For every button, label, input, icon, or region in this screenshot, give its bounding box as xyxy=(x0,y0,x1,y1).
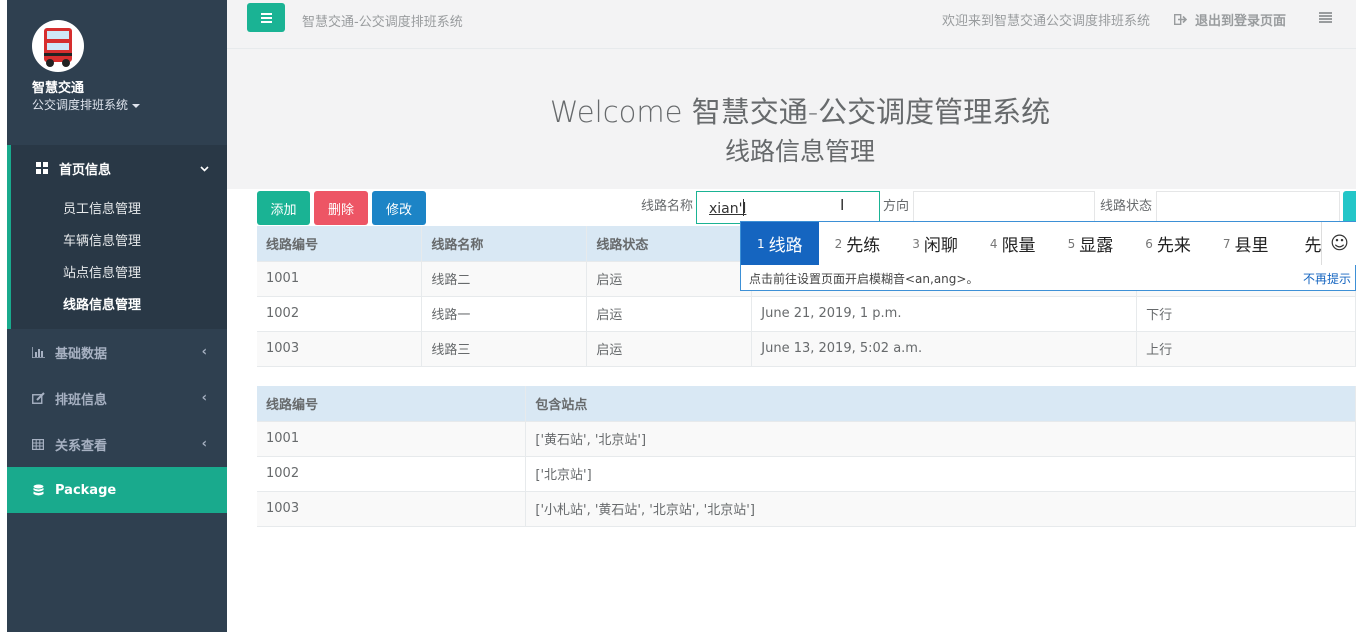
ime-candidate-row: 1 线路 2 先练 3 闲聊 4 限量 5 显露 6 先来 7 县里 先 xyxy=(741,222,1337,265)
brand-subtitle: 公交调度排班系统 xyxy=(32,98,129,112)
emoji-icon[interactable]: ☺ xyxy=(1321,222,1356,265)
cell: 线路三 xyxy=(421,331,588,367)
logout-label: 退出到登录页面 xyxy=(1195,14,1287,29)
ime-candidate[interactable]: 4 限量 xyxy=(974,222,1052,265)
ime-candidate[interactable]: 2 先练 xyxy=(819,222,897,265)
col-header[interactable]: 包含站点 xyxy=(525,386,1356,422)
nav-sub-station[interactable]: 站点信息管理 xyxy=(11,255,227,287)
cell: 1003 xyxy=(257,331,423,367)
topbar-title: 智慧交通-公交调度排班系统 xyxy=(302,15,463,30)
nav-group-home: 首页信息 员工信息管理 车辆信息管理 站点信息管理 线路信息管理 xyxy=(7,145,227,329)
ime-candidate[interactable]: 5 显露 xyxy=(1052,222,1130,265)
cell: 启运 xyxy=(586,261,753,297)
nav-sub-vehicle[interactable]: 车辆信息管理 xyxy=(11,223,227,255)
menu-toggle-button[interactable] xyxy=(247,3,285,32)
cell: ['黄石站', '北京站'] xyxy=(525,421,1356,457)
nav-sub-route[interactable]: 线路信息管理 xyxy=(11,287,227,319)
text-cursor-icon: I xyxy=(840,196,845,214)
col-header[interactable]: 线路编号 xyxy=(257,386,527,422)
main-content: Welcome 智慧交通-公交调度管理系统 线路信息管理 添加 删除 修改 线路… xyxy=(227,49,1356,632)
status-input[interactable] xyxy=(1156,191,1340,224)
cell: 下行 xyxy=(1136,296,1356,332)
text-caret xyxy=(743,199,744,216)
ime-candidate[interactable]: 1 线路 xyxy=(741,222,819,265)
route-stations-table: 线路编号 包含站点 1001 ['黄石站', '北京站'] 1002 ['北京站… xyxy=(257,386,1356,527)
table-row[interactable]: 1003 ['小札站', '黄石站', '北京站', '北京站'] xyxy=(257,491,1356,527)
sidebar-edge xyxy=(0,0,7,632)
chevron-left-icon: ‹ xyxy=(201,390,207,406)
cell: ['北京站'] xyxy=(525,456,1356,492)
ime-candidate[interactable]: 3 闲聊 xyxy=(896,222,974,265)
cell: 启运 xyxy=(586,296,753,332)
cell: 1003 xyxy=(257,491,527,527)
nav-package-label: Package xyxy=(55,482,117,498)
nav-package[interactable]: Package xyxy=(7,467,227,513)
brand-subtitle-dropdown[interactable]: 公交调度排班系统 xyxy=(32,96,141,113)
table-row[interactable]: 1002 线路一 启运 June 21, 2019, 1 p.m. 下行 xyxy=(257,296,1356,332)
brand-name: 智慧交通 xyxy=(32,81,85,96)
nav-schedule[interactable]: 排班信息 ‹ xyxy=(7,375,227,421)
nav-relations[interactable]: 关系查看 ‹ xyxy=(7,421,227,467)
search-button[interactable] xyxy=(1343,191,1356,224)
cell: 1002 xyxy=(257,456,527,492)
cell: 启运 xyxy=(586,331,753,367)
table-icon xyxy=(31,437,45,451)
sidebar-nav: 首页信息 员工信息管理 车辆信息管理 站点信息管理 线路信息管理 基础数据 ‹ … xyxy=(7,145,227,513)
direction-label: 方向 xyxy=(883,199,910,214)
logout-link[interactable]: 退出到登录页面 xyxy=(1174,10,1286,29)
status-label: 线路状态 xyxy=(1100,199,1153,214)
nav-basic-data-label: 基础数据 xyxy=(55,346,108,362)
ime-candidate[interactable]: 7 县里 xyxy=(1207,222,1285,265)
th-large-icon xyxy=(35,161,49,175)
col-header[interactable]: 线路编号 xyxy=(257,226,423,262)
nav-home[interactable]: 首页信息 xyxy=(11,145,227,191)
page-heading: Welcome 智慧交通-公交调度管理系统 xyxy=(549,95,1051,129)
nav-sub-staff[interactable]: 员工信息管理 xyxy=(11,191,227,223)
cell: 1001 xyxy=(257,421,527,457)
route-name-value: xian'l xyxy=(709,201,747,217)
nav-schedule-label: 排班信息 xyxy=(55,392,108,408)
cell: June 21, 2019, 1 p.m. xyxy=(751,296,1138,332)
direction-input[interactable] xyxy=(913,191,1095,224)
nav-relations-label: 关系查看 xyxy=(55,438,108,454)
delete-button[interactable]: 删除 xyxy=(314,191,368,225)
ime-candidate[interactable]: 6 先来 xyxy=(1129,222,1207,265)
bar-chart-icon xyxy=(31,345,45,359)
chevron-down-icon xyxy=(200,161,209,175)
route-name-input[interactable]: xian'l I xyxy=(696,191,880,224)
cell: 线路二 xyxy=(421,261,588,297)
nav-home-label: 首页信息 xyxy=(59,162,112,178)
table-row[interactable]: 1003 线路三 启运 June 13, 2019, 5:02 a.m. 上行 xyxy=(257,331,1356,367)
nav-basic-data[interactable]: 基础数据 ‹ xyxy=(7,329,227,375)
cell: ['小札站', '黄石站', '北京站', '北京站'] xyxy=(525,491,1356,527)
bus-logo-icon[interactable] xyxy=(32,20,84,72)
chevron-left-icon: ‹ xyxy=(201,436,207,452)
ime-hint[interactable]: 点击前往设置页面开启模糊音<an,ang>。 xyxy=(749,270,978,287)
database-icon xyxy=(31,483,45,497)
cell: 1001 xyxy=(257,261,423,297)
welcome-message: 欢迎来到智慧交通公交调度排班系统 xyxy=(942,14,1151,29)
route-name-label: 线路名称 xyxy=(641,199,694,214)
edit-icon xyxy=(31,391,45,405)
cell: 线路一 xyxy=(421,296,588,332)
col-header[interactable]: 线路名称 xyxy=(421,226,588,262)
ime-candidate-popup: 1 线路 2 先练 3 闲聊 4 限量 5 显露 6 先来 7 县里 先 ☺ 点击前往设置页面… xyxy=(740,221,1356,291)
cell: 上行 xyxy=(1136,331,1356,367)
profile: 智慧交通 公交调度排班系统 xyxy=(7,0,227,145)
topbar: 智慧交通-公交调度排班系统 欢迎来到智慧交通公交调度排班系统 退出到登录页面 xyxy=(227,0,1356,49)
chevron-left-icon: ‹ xyxy=(201,344,207,360)
caret-down-icon xyxy=(132,103,141,108)
col-header[interactable]: 线路状态 xyxy=(586,226,753,262)
ime-dismiss-link[interactable]: 不再提示 xyxy=(1303,270,1351,287)
table-row[interactable]: 1001 ['黄石站', '北京站'] xyxy=(257,421,1356,457)
cell: 1002 xyxy=(257,296,423,332)
cell: June 13, 2019, 5:02 a.m. xyxy=(751,331,1138,367)
sign-out-icon xyxy=(1174,14,1187,25)
edit-button[interactable]: 修改 xyxy=(372,191,426,225)
page-subheading: 线路信息管理 xyxy=(724,137,875,166)
table-row[interactable]: 1002 ['北京站'] xyxy=(257,456,1356,492)
list-icon[interactable] xyxy=(1319,12,1332,23)
add-button[interactable]: 添加 xyxy=(257,191,310,225)
